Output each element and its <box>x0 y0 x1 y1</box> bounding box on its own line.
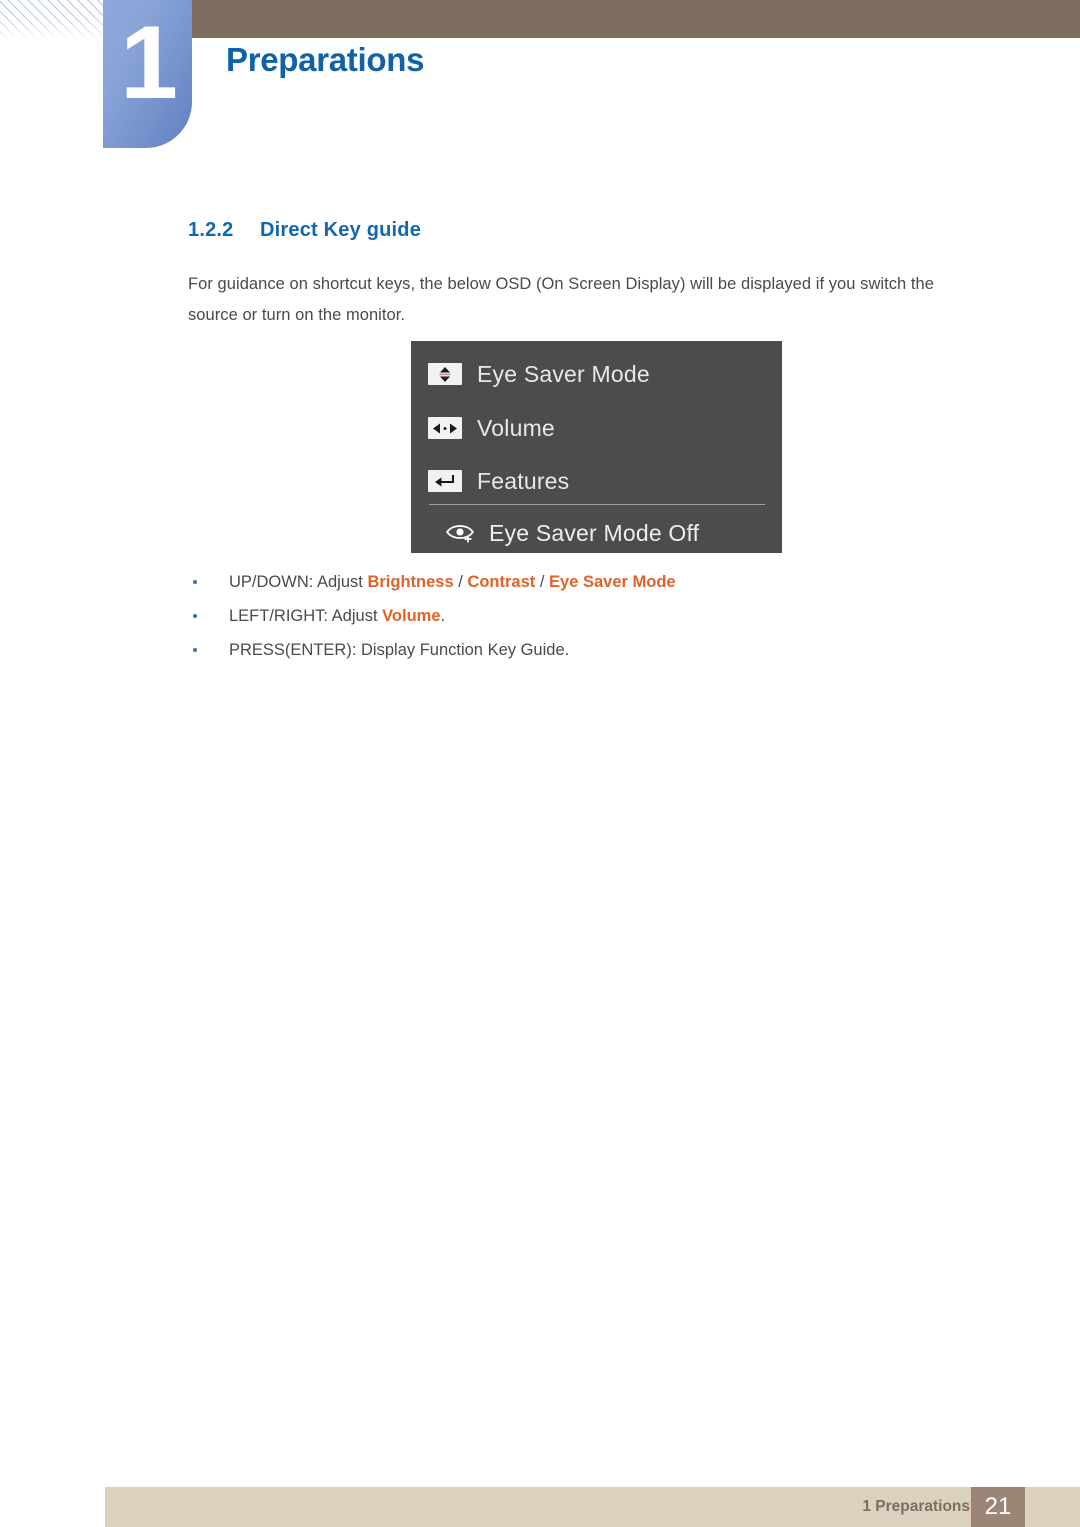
list-item: UP/DOWN: Adjust Brightness / Contrast / … <box>188 565 988 599</box>
page-header: 1 Preparations <box>0 0 1080 160</box>
page-number: 21 <box>984 1493 1012 1520</box>
osd-status-label: Eye Saver Mode Off <box>489 519 700 546</box>
osd-menu-panel: Eye Saver Mode Volume Features Eye Saver… <box>411 341 782 553</box>
intro-paragraph: For guidance on shortcut keys, the below… <box>188 275 935 324</box>
bullet-dot-icon <box>193 580 197 584</box>
osd-row-eye-saver-mode: Eye Saver Mode <box>411 354 782 394</box>
diagonal-hatch-decoration <box>0 0 108 42</box>
chapter-number-badge: 1 <box>103 0 192 148</box>
osd-label-volume: Volume <box>477 414 555 441</box>
list-item: LEFT/RIGHT: Adjust Volume. <box>188 599 988 633</box>
chapter-title: Preparations <box>226 41 425 78</box>
enter-return-arrow-icon <box>428 470 462 492</box>
page-footer: 1 Preparations 21 <box>105 1487 1080 1527</box>
bullet-text-leftright: LEFT/RIGHT: Adjust Volume. <box>229 607 446 625</box>
chapter-number-label: 1 <box>120 5 178 121</box>
section-title: Direct Key guide <box>260 219 422 241</box>
section-heading: 1.2.2 Direct Key guide <box>188 219 421 242</box>
bullet-text-updown: UP/DOWN: Adjust Brightness / Contrast / … <box>229 573 676 591</box>
bullet-dot-icon <box>193 648 197 652</box>
eye-plus-icon <box>444 521 478 545</box>
header-brown-bar <box>190 0 1080 38</box>
bullet-text-press-enter: PRESS(ENTER): Display Function Key Guide… <box>229 641 570 659</box>
page-number-box: 21 <box>971 1487 1025 1527</box>
section-number: 1.2.2 <box>188 219 234 241</box>
up-down-arrows-icon <box>428 363 462 385</box>
osd-label-features: Features <box>477 467 570 494</box>
shortcut-key-list: UP/DOWN: Adjust Brightness / Contrast / … <box>188 565 988 667</box>
osd-row-volume: Volume <box>411 408 782 448</box>
bullet-dot-icon <box>193 614 197 618</box>
osd-row-status: Eye Saver Mode Off <box>411 513 782 553</box>
left-right-arrows-icon <box>428 417 462 439</box>
footer-breadcrumb: 1 Preparations <box>862 1498 970 1515</box>
osd-label-eye-saver-mode: Eye Saver Mode <box>477 360 650 387</box>
list-item: PRESS(ENTER): Display Function Key Guide… <box>188 633 988 667</box>
osd-row-features: Features <box>411 461 782 501</box>
osd-divider <box>429 504 765 505</box>
